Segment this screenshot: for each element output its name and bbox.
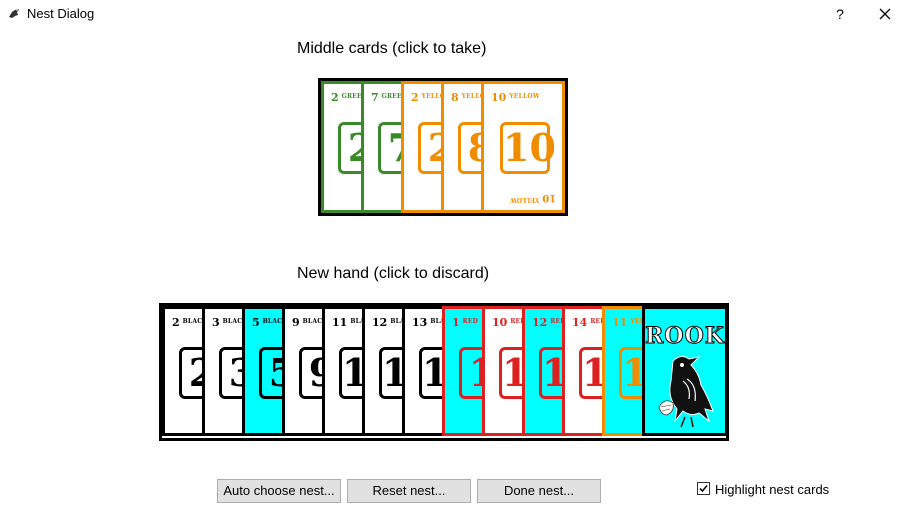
highlight-nest-checkbox[interactable] xyxy=(697,482,710,495)
card-number: 10 xyxy=(491,91,507,104)
auto-choose-nest-button[interactable]: Auto choose nest... xyxy=(217,479,341,503)
rook-card[interactable]: ROOK xyxy=(642,306,726,436)
card-number: 2 xyxy=(331,91,339,104)
close-icon xyxy=(879,8,891,20)
card-color-name: RED xyxy=(462,318,479,325)
close-button[interactable] xyxy=(872,4,898,24)
title-bar: Nest Dialog ? xyxy=(0,0,904,28)
card-big-number: 10 xyxy=(500,122,556,174)
card-number: 5 xyxy=(252,316,260,329)
card-corner-label: 12 RED xyxy=(532,316,566,329)
card-number: 9 xyxy=(292,316,300,329)
card-number: 11 xyxy=(612,316,628,329)
card-corner-label: 10 RED xyxy=(492,316,526,329)
card-number: 3 xyxy=(212,316,220,329)
help-button[interactable]: ? xyxy=(829,4,851,24)
card-number: 8 xyxy=(451,91,459,104)
card-color-name: YELLOW xyxy=(509,196,540,203)
card-number: 13 xyxy=(412,316,428,329)
window-title: Nest Dialog xyxy=(27,6,95,21)
middle-cards-label: Middle cards (click to take) xyxy=(297,40,487,57)
card-number: 2 xyxy=(411,91,419,104)
rook-bird-icon xyxy=(658,355,714,428)
rook-card-label: ROOK xyxy=(645,323,725,350)
card-number: 12 xyxy=(532,316,548,329)
card-number: 2 xyxy=(172,316,180,329)
new-hand-label: New hand (click to discard) xyxy=(297,265,490,282)
card-corner-label: 14 RED xyxy=(572,316,606,329)
middle-card[interactable]: 10 YELLOW 10 10YELLOW xyxy=(481,81,565,213)
card-number: 11 xyxy=(332,316,348,329)
highlight-nest-label: Highlight nest cards xyxy=(715,482,830,497)
middle-cards-row: 2GREEN27GREEN72YELLOW28YELLOW810YELLOW10… xyxy=(318,78,568,216)
card-number: 10 xyxy=(542,192,556,203)
card-corner-label: 1 RED xyxy=(452,316,478,329)
card-number: 10 xyxy=(492,316,508,329)
card-number: 12 xyxy=(372,316,388,329)
card-corner-label-bottom: 10YELLOW xyxy=(510,192,556,203)
card-number: 7 xyxy=(371,91,379,104)
card-color-name: YELLOW xyxy=(509,93,540,100)
rook-bird-icon xyxy=(9,9,19,18)
card-corner-label: 10 YELLOW xyxy=(491,91,540,104)
done-nest-button[interactable]: Done nest... xyxy=(477,479,601,503)
card-number: 1 xyxy=(452,316,460,329)
checkmark-icon xyxy=(699,485,708,493)
card-number: 14 xyxy=(572,316,588,329)
reset-nest-button[interactable]: Reset nest... xyxy=(347,479,471,503)
new-hand-row: 2BLACK23BLACK35BLACK59BLACK911BLACK1112B… xyxy=(159,303,729,441)
